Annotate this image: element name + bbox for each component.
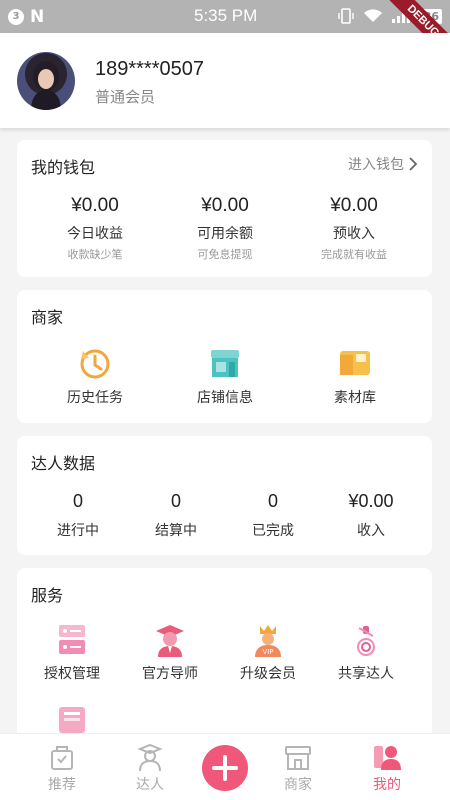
enter-wallet-link[interactable]: 进入钱包 [348, 154, 418, 174]
wallet-available-balance[interactable]: ¥0.00 可用余额 可免息提现 [165, 195, 285, 262]
member-level: 普通会员 [95, 88, 156, 106]
store-info-icon [211, 350, 239, 377]
vibrate-icon [337, 8, 354, 24]
stat-in-progress[interactable]: 0 进行中 [29, 491, 127, 540]
merchant-card: 商家 历史任务 店铺信息 素材库 [17, 290, 432, 423]
merchant-icon [285, 746, 311, 770]
tab-label: 我的 [373, 777, 401, 793]
stat-label: 结算中 [155, 523, 197, 539]
store-info-button[interactable]: 店铺信息 [170, 345, 280, 407]
merchant-item-label: 素材库 [334, 390, 376, 406]
stat-label: 已完成 [252, 523, 294, 539]
shared-influencer-button[interactable]: 共享达人 [317, 623, 415, 683]
vip-upgrade-icon: VIP [255, 625, 281, 657]
merchant-item-label: 历史任务 [67, 390, 123, 406]
service-label: 共享达人 [338, 666, 394, 682]
wallet-label: 预收入 [333, 226, 375, 242]
enter-wallet-label: 进入钱包 [348, 157, 404, 173]
phone-number: 189****0507 [95, 58, 204, 80]
tab-influencer[interactable]: 达人 [120, 742, 180, 794]
wallet-sub: 完成就有收益 [321, 248, 387, 261]
shared-influencer-icon [357, 626, 375, 656]
stat-value: 0 [170, 491, 181, 511]
service-label: 官方导师 [142, 666, 198, 682]
stat-value: ¥0.00 [348, 491, 394, 511]
wallet-amount: ¥0.00 [330, 195, 378, 216]
stat-settling[interactable]: 0 结算中 [127, 491, 225, 540]
stat-income[interactable]: ¥0.00 收入 [322, 491, 420, 540]
wallet-today-earnings[interactable]: ¥0.00 今日收益 收款缺少笔 [35, 195, 155, 262]
upgrade-member-button[interactable]: VIP 升级会员 [219, 623, 317, 683]
tab-recommend[interactable]: 推荐 [32, 742, 92, 794]
tab-label: 商家 [284, 777, 312, 793]
stat-value: 0 [72, 491, 83, 511]
official-mentor-button[interactable]: 官方导师 [121, 623, 219, 683]
authorization-button[interactable]: 授权管理 [23, 623, 121, 683]
material-library-button[interactable]: 素材库 [300, 345, 410, 407]
profile-icon [374, 746, 401, 770]
services-title: 服务 [31, 586, 64, 605]
service-label: 授权管理 [44, 666, 100, 682]
tab-profile[interactable]: 我的 [357, 742, 417, 794]
authorization-icon [59, 625, 85, 654]
stat-value: 0 [267, 491, 278, 511]
wallet-label: 可用余额 [197, 226, 253, 242]
influencer-data-card: 达人数据 0 进行中 0 结算中 0 已完成 ¥0.00 收入 [17, 436, 432, 555]
stat-completed[interactable]: 0 已完成 [224, 491, 322, 540]
svg-text:VIP: VIP [262, 648, 273, 656]
wallet-card: 我的钱包 进入钱包 ¥0.00 今日收益 收款缺少笔 ¥0.00 可用余额 可免… [17, 140, 432, 277]
wallet-title: 我的钱包 [31, 158, 96, 177]
merchant-title: 商家 [31, 308, 64, 327]
wallet-sub: 可免息提现 [197, 248, 253, 261]
service-document-icon [59, 707, 85, 733]
merchant-item-label: 店铺信息 [197, 390, 253, 406]
tab-merchant[interactable]: 商家 [268, 742, 328, 794]
create-button[interactable] [202, 745, 248, 791]
recommend-icon [51, 746, 73, 770]
influencer-icon [137, 743, 163, 772]
mentor-icon [156, 625, 184, 657]
bottom-tab-bar: 推荐 达人 商家 我的 [0, 733, 450, 800]
stat-label: 进行中 [57, 523, 99, 539]
service-label: 升级会员 [240, 666, 296, 682]
influencer-title: 达人数据 [31, 454, 96, 473]
tab-label: 推荐 [48, 777, 76, 793]
wallet-expected-income[interactable]: ¥0.00 预收入 完成就有收益 [294, 195, 414, 262]
avatar[interactable] [17, 52, 75, 110]
service-more-button[interactable] [23, 705, 121, 735]
wallet-label: 今日收益 [67, 226, 123, 242]
wallet-amount: ¥0.00 [201, 195, 249, 216]
wallet-sub: 收款缺少笔 [67, 248, 123, 261]
stat-label: 收入 [357, 523, 385, 539]
app-notification-icon: N [30, 6, 45, 27]
status-bar: 3 N 5:35 PM 36 DEBUG [0, 0, 450, 67]
notification-badge: 3 [8, 8, 24, 25]
avatar-portrait-icon [31, 61, 61, 110]
material-library-icon [340, 351, 370, 375]
wallet-amount: ¥0.00 [71, 195, 119, 216]
history-task-button[interactable]: 历史任务 [40, 345, 150, 407]
tab-label: 达人 [136, 777, 164, 793]
chevron-right-icon [409, 157, 418, 171]
history-task-icon [80, 349, 110, 379]
profile-header[interactable]: 189****0507 普通会员 [0, 33, 450, 128]
wifi-icon [363, 9, 382, 22]
clock: 5:35 PM [194, 6, 258, 25]
